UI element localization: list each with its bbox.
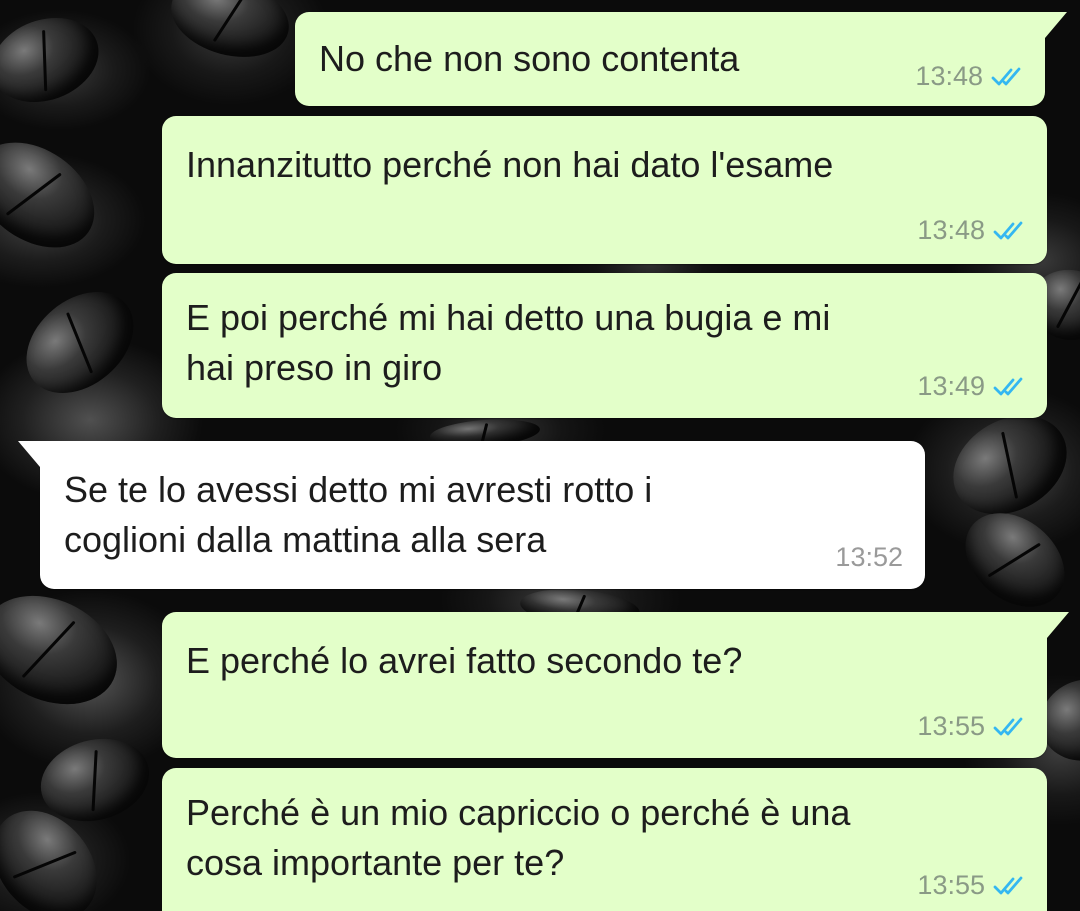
message-time: 13:55 [917, 870, 985, 900]
message-meta: 13:48 [917, 215, 1025, 246]
message-text: Perché è un mio capriccio o perché è una… [186, 792, 851, 883]
message-bubble-outgoing[interactable]: E poi perché mi hai detto una bugia e mi… [162, 273, 1047, 418]
bubble-tail [1045, 12, 1067, 38]
message-bubble-outgoing[interactable]: No che non sono contenta 13:48 [295, 12, 1067, 106]
message-meta: 13:49 [917, 371, 1025, 402]
double-check-read-icon [993, 221, 1023, 239]
message-time: 13:48 [915, 61, 983, 91]
message-time: 13:49 [917, 371, 985, 401]
bubble-tail [18, 441, 40, 467]
message-text: No che non sono contenta [319, 38, 740, 79]
double-check-read-icon [993, 717, 1023, 735]
message-bubble-outgoing[interactable]: E perché lo avrei fatto secondo te? 13:5… [162, 612, 1069, 758]
message-bubble-incoming[interactable]: Se te lo avessi detto mi avresti rotto i… [18, 441, 925, 589]
message-time: 13:52 [835, 542, 903, 572]
double-check-read-icon [993, 876, 1023, 894]
bubble-tail [1047, 612, 1069, 638]
double-check-read-icon [991, 67, 1021, 85]
message-time: 13:48 [917, 215, 985, 245]
message-meta: 13:55 [917, 711, 1025, 742]
message-meta: 13:52 [835, 542, 903, 573]
message-text: Se te lo avessi detto mi avresti rotto i… [64, 469, 653, 560]
message-meta: 13:48 [915, 61, 1023, 92]
message-text: E poi perché mi hai detto una bugia e mi… [186, 297, 831, 388]
message-text: Innanzitutto perché non hai dato l'esame [186, 144, 834, 185]
message-text: E perché lo avrei fatto secondo te? [186, 640, 743, 681]
message-time: 13:55 [917, 711, 985, 741]
message-meta: 13:55 [917, 870, 1025, 901]
message-bubble-outgoing[interactable]: Innanzitutto perché non hai dato l'esame… [162, 116, 1047, 264]
double-check-read-icon [993, 377, 1023, 395]
message-bubble-outgoing[interactable]: Perché è un mio capriccio o perché è una… [162, 768, 1047, 911]
